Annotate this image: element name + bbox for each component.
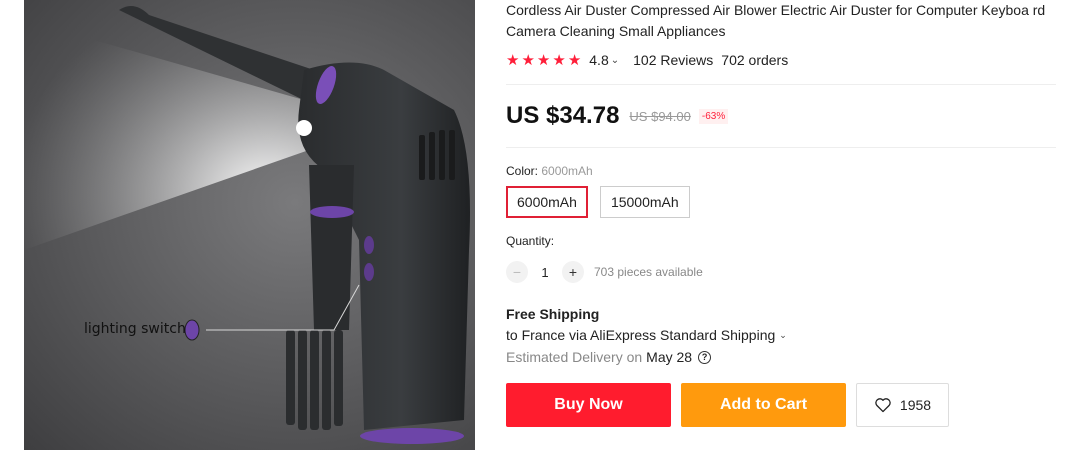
color-selected-value: 6000mAh <box>541 164 593 178</box>
air-duster-illustration <box>24 6 470 444</box>
chevron-down-icon[interactable]: ⌄ <box>611 55 619 66</box>
star-icon: ★ <box>521 51 535 69</box>
wishlist-count: 1958 <box>899 397 932 413</box>
product-title: Cordless Air Duster Compressed Air Blowe… <box>506 2 1046 39</box>
shipping-method[interactable]: to France via AliExpress Standard Shippi… <box>506 327 1056 343</box>
buy-now-button[interactable]: Buy Now <box>506 383 671 427</box>
product-image[interactable]: lighting switch <box>24 0 475 450</box>
color-label-text: Color: <box>506 164 539 178</box>
shipping-method-text[interactable]: to France via AliExpress Standard Shippi… <box>506 327 775 343</box>
current-price: US $34.78 <box>506 102 620 129</box>
shipping-title: Free Shipping <box>506 306 600 322</box>
rating-stars: ★ ★ ★ ★ ★ <box>506 53 581 68</box>
color-options: 6000mAh 15000mAh <box>506 186 1056 218</box>
add-to-cart-button[interactable]: Add to Cart <box>681 383 846 427</box>
star-icon: ★ <box>536 51 551 69</box>
estimated-delivery-label: Estimated Delivery on <box>506 349 643 365</box>
wishlist-button[interactable]: 1958 <box>856 383 949 427</box>
reviews-link[interactable]: 102 Reviews <box>633 52 713 68</box>
star-icon: ★ <box>567 51 582 69</box>
orders-count: 702 orders <box>721 52 789 68</box>
color-option-6000mah[interactable]: 6000mAh <box>506 186 588 218</box>
star-icon: ★ <box>552 51 566 69</box>
discount-badge: -63% <box>698 108 729 124</box>
original-price: US $94.00 <box>629 108 691 124</box>
delivery-date: May 28 <box>646 349 693 365</box>
quantity-stepper: − 1 + 703 pieces available <box>506 260 1056 284</box>
heart-icon <box>875 398 891 413</box>
color-option-15000mah[interactable]: 15000mAh <box>599 186 690 218</box>
help-icon[interactable]: ? <box>698 350 712 364</box>
price-row: US $34.78 US $94.00 -63% <box>506 101 1056 131</box>
quantity-input[interactable]: 1 <box>528 265 562 280</box>
action-buttons: Buy Now Add to Cart 1958 <box>506 383 1056 427</box>
quantity-minus-button[interactable]: − <box>506 261 528 283</box>
color-label: Color: 6000mAh <box>506 164 1056 178</box>
rating-row: ★ ★ ★ ★ ★ 4.8 ⌄ 102 Reviews 702 orders <box>506 50 1056 70</box>
product-info: Cordless Air Duster Compressed Air Blowe… <box>506 0 1056 427</box>
star-icon: ★ <box>506 51 520 69</box>
rating-value[interactable]: 4.8 <box>589 52 608 68</box>
stock-available: 703 pieces available <box>594 265 703 279</box>
chevron-down-icon[interactable]: ⌄ <box>779 330 787 341</box>
divider <box>506 84 1056 85</box>
estimated-delivery: Estimated Delivery on May 28 ? <box>506 349 1056 365</box>
quantity-plus-button[interactable]: + <box>562 261 584 283</box>
lighting-switch-callout: lighting switch <box>84 321 186 337</box>
quantity-label: Quantity: <box>506 234 555 248</box>
divider <box>506 147 1056 148</box>
